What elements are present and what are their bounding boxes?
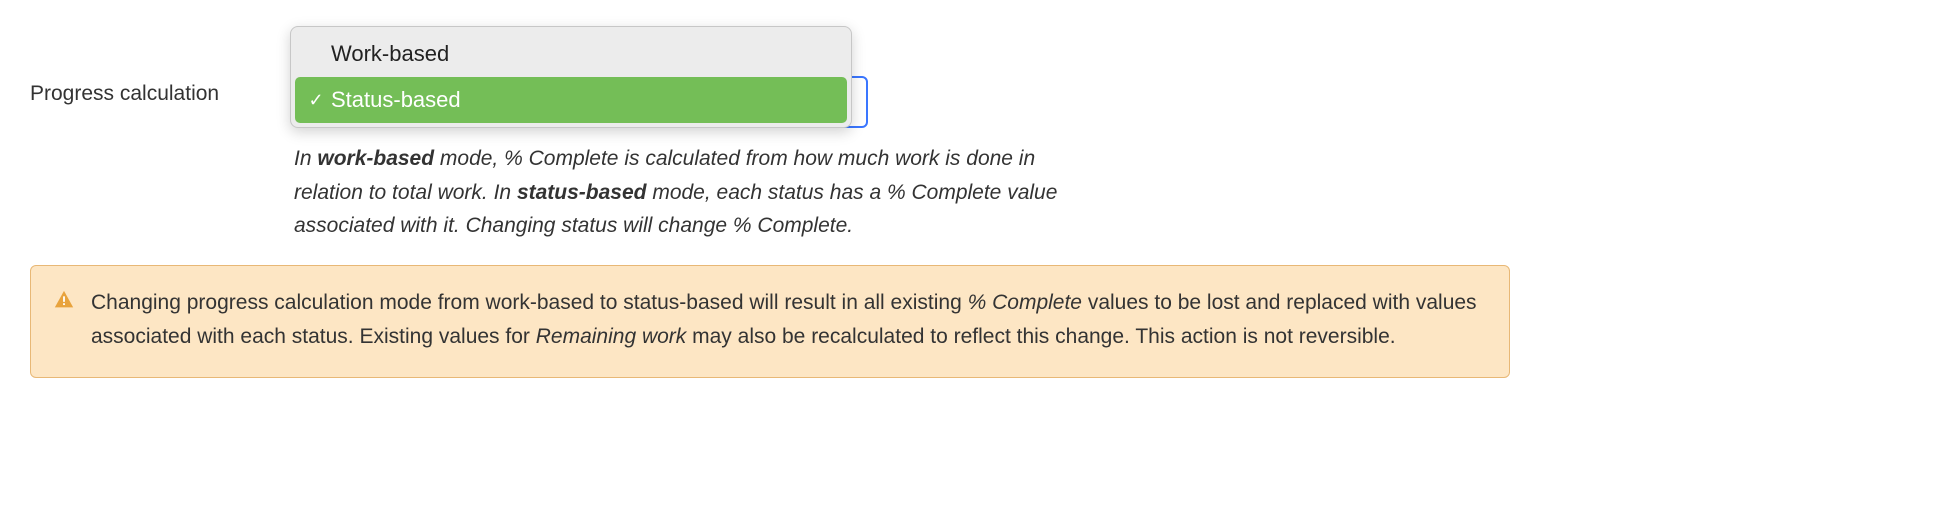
dropdown-option-status-based[interactable]: ✓ Status-based: [295, 77, 847, 123]
dropdown-option-label: Status-based: [331, 87, 461, 113]
dropdown-option-label: Work-based: [331, 41, 449, 67]
progress-calculation-help-text: In work-based mode, % Complete is calcul…: [294, 142, 1084, 243]
warning-text-segment: may also be recalculated to reflect this…: [686, 325, 1395, 348]
progress-calculation-control: Work-based ✓ Status-based In work-based …: [294, 20, 1084, 243]
progress-calculation-dropdown: Work-based ✓ Status-based: [290, 26, 852, 128]
warning-text-emphasis: Remaining work: [536, 325, 687, 348]
progress-calculation-label: Progress calculation: [30, 20, 270, 106]
help-text-segment: In: [294, 147, 317, 170]
progress-calculation-row: Progress calculation Work-based ✓ Status…: [30, 20, 1920, 243]
check-icon: ✓: [305, 90, 327, 111]
warning-icon: [53, 289, 75, 317]
warning-banner: Changing progress calculation mode from …: [30, 265, 1510, 378]
warning-text: Changing progress calculation mode from …: [91, 286, 1485, 355]
dropdown-option-work-based[interactable]: Work-based: [295, 31, 847, 77]
warning-text-emphasis: % Complete: [968, 291, 1082, 314]
help-text-bold: status-based: [517, 181, 647, 204]
help-text-bold: work-based: [317, 147, 434, 170]
warning-text-segment: Changing progress calculation mode from …: [91, 291, 968, 314]
